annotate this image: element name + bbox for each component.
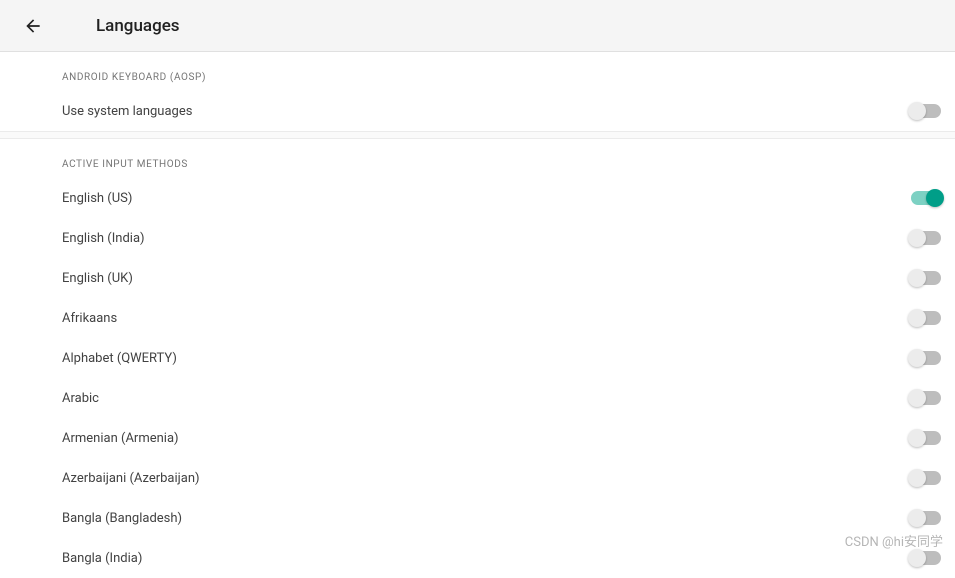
language-switch[interactable] bbox=[911, 191, 941, 205]
language-switch[interactable] bbox=[911, 551, 941, 565]
language-label: Arabic bbox=[62, 391, 99, 406]
language-switch[interactable] bbox=[911, 311, 941, 325]
use-system-languages-switch[interactable] bbox=[911, 104, 941, 118]
language-row[interactable]: Armenian (Armenia) bbox=[0, 418, 955, 458]
language-row[interactable]: Bangla (India) bbox=[0, 538, 955, 578]
language-switch[interactable] bbox=[911, 351, 941, 365]
language-label: English (UK) bbox=[62, 271, 133, 286]
language-label: Azerbaijani (Azerbaijan) bbox=[62, 471, 200, 486]
section-header-keyboard: ANDROID KEYBOARD (AOSP) bbox=[0, 52, 955, 91]
language-row[interactable]: Alphabet (QWERTY) bbox=[0, 338, 955, 378]
language-row[interactable]: Arabic bbox=[0, 378, 955, 418]
language-switch[interactable] bbox=[911, 231, 941, 245]
page-title: Languages bbox=[96, 16, 180, 36]
language-row[interactable]: Azerbaijani (Azerbaijan) bbox=[0, 458, 955, 498]
language-switch[interactable] bbox=[911, 391, 941, 405]
use-system-languages-row[interactable]: Use system languages bbox=[0, 91, 955, 131]
language-switch[interactable] bbox=[911, 511, 941, 525]
back-icon[interactable] bbox=[22, 15, 44, 37]
language-label: Armenian (Armenia) bbox=[62, 431, 179, 446]
language-switch[interactable] bbox=[911, 471, 941, 485]
language-row[interactable]: English (US) bbox=[0, 178, 955, 218]
section-divider bbox=[0, 131, 955, 139]
methods-list: English (US) English (India) English (UK) A… bbox=[0, 178, 955, 578]
methods-section: ACTIVE INPUT METHODS English (US)English… bbox=[0, 139, 955, 578]
language-row[interactable]: English (UK) bbox=[0, 258, 955, 298]
keyboard-section: ANDROID KEYBOARD (AOSP) Use system langu… bbox=[0, 52, 955, 131]
language-label: Bangla (Bangladesh) bbox=[62, 511, 182, 526]
language-switch[interactable] bbox=[911, 271, 941, 285]
language-label: English (India) bbox=[62, 231, 145, 246]
language-row[interactable]: English (India) bbox=[0, 218, 955, 258]
language-label: Bangla (India) bbox=[62, 551, 142, 566]
language-row[interactable]: Bangla (Bangladesh) bbox=[0, 498, 955, 538]
language-switch[interactable] bbox=[911, 431, 941, 445]
section-header-methods: ACTIVE INPUT METHODS bbox=[0, 139, 955, 178]
language-label: Alphabet (QWERTY) bbox=[62, 351, 177, 366]
language-label: Afrikaans bbox=[62, 311, 117, 326]
app-header: Languages bbox=[0, 0, 955, 52]
use-system-languages-label: Use system languages bbox=[62, 104, 192, 119]
language-label: English (US) bbox=[62, 191, 132, 206]
language-row[interactable]: Afrikaans bbox=[0, 298, 955, 338]
